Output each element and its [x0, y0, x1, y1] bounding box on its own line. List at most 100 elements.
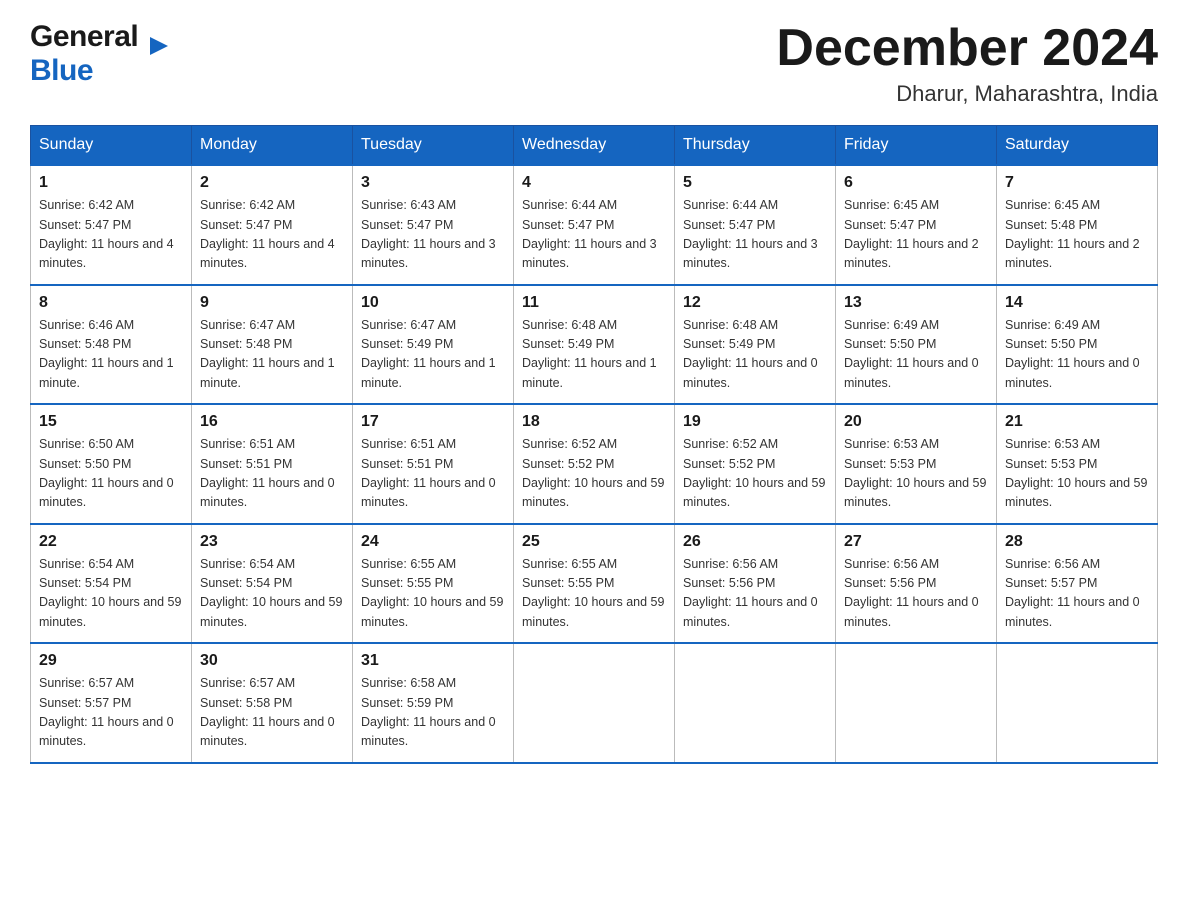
calendar-cell: 3Sunrise: 6:43 AMSunset: 5:47 PMDaylight…	[353, 165, 514, 285]
day-number: 26	[683, 533, 827, 551]
week-row-1: 1 Sunrise: 6:42 AMSunset: 5:47 PMDaylight…	[31, 165, 1158, 285]
day-number: 21	[1005, 413, 1149, 431]
day-number: 16	[200, 413, 344, 431]
day-info: Sunrise: 6:52 AMSunset: 5:52 PMDaylight:…	[683, 435, 827, 513]
month-title: December 2024	[776, 20, 1158, 77]
day-number: 24	[361, 533, 505, 551]
day-info: Sunrise: 6:51 AMSunset: 5:51 PMDaylight:…	[200, 435, 344, 513]
day-info: Sunrise: 6:46 AMSunset: 5:48 PMDaylight:…	[39, 316, 183, 394]
calendar-cell: 26 Sunrise: 6:56 AMSunset: 5:56 PMDayligh…	[675, 524, 836, 644]
day-info: Sunrise: 6:53 AMSunset: 5:53 PMDaylight:…	[844, 435, 988, 513]
location-subtitle: Dharur, Maharashtra, India	[776, 81, 1158, 107]
day-info: Sunrise: 6:45 AMSunset: 5:47 PMDaylight:…	[844, 196, 988, 274]
header-day-sunday: Sunday	[31, 126, 192, 166]
calendar-cell: 30 Sunrise: 6:57 AMSunset: 5:58 PMDayligh…	[192, 643, 353, 763]
title-section: December 2024 Dharur, Maharashtra, India	[776, 20, 1158, 107]
day-info: Sunrise: 6:48 AMSunset: 5:49 PMDaylight:…	[683, 316, 827, 394]
week-row-5: 29 Sunrise: 6:57 AMSunset: 5:57 PMDayligh…	[31, 643, 1158, 763]
page-header: General Blue December 2024 Dharur, Mahar…	[30, 20, 1158, 107]
day-info: Sunrise: 6:49 AMSunset: 5:50 PMDaylight:…	[844, 316, 988, 394]
logo-general-text: General	[30, 20, 138, 54]
calendar-cell: 14Sunrise: 6:49 AMSunset: 5:50 PMDayligh…	[997, 285, 1158, 405]
calendar-cell: 19 Sunrise: 6:52 AMSunset: 5:52 PMDayligh…	[675, 404, 836, 524]
day-number: 29	[39, 652, 183, 670]
day-info: Sunrise: 6:44 AMSunset: 5:47 PMDaylight:…	[683, 196, 827, 274]
calendar-cell: 29 Sunrise: 6:57 AMSunset: 5:57 PMDayligh…	[31, 643, 192, 763]
header-day-friday: Friday	[836, 126, 997, 166]
week-row-2: 8 Sunrise: 6:46 AMSunset: 5:48 PMDaylight…	[31, 285, 1158, 405]
day-info: Sunrise: 6:56 AMSunset: 5:56 PMDaylight:…	[683, 555, 827, 633]
calendar-cell: 25 Sunrise: 6:55 AMSunset: 5:55 PMDayligh…	[514, 524, 675, 644]
header-day-monday: Monday	[192, 126, 353, 166]
day-number: 7	[1005, 174, 1149, 192]
day-info: Sunrise: 6:52 AMSunset: 5:52 PMDaylight:…	[522, 435, 666, 513]
day-info: Sunrise: 6:47 AMSunset: 5:48 PMDaylight:…	[200, 316, 344, 394]
calendar-cell: 9Sunrise: 6:47 AMSunset: 5:48 PMDaylight…	[192, 285, 353, 405]
day-info: Sunrise: 6:57 AMSunset: 5:57 PMDaylight:…	[39, 674, 183, 752]
day-info: Sunrise: 6:43 AMSunset: 5:47 PMDaylight:…	[361, 196, 505, 274]
day-number: 30	[200, 652, 344, 670]
day-info: Sunrise: 6:54 AMSunset: 5:54 PMDaylight:…	[200, 555, 344, 633]
day-info: Sunrise: 6:48 AMSunset: 5:49 PMDaylight:…	[522, 316, 666, 394]
header-day-tuesday: Tuesday	[353, 126, 514, 166]
day-info: Sunrise: 6:58 AMSunset: 5:59 PMDaylight:…	[361, 674, 505, 752]
calendar-cell: 11 Sunrise: 6:48 AMSunset: 5:49 PMDayligh…	[514, 285, 675, 405]
calendar-cell	[514, 643, 675, 763]
day-number: 25	[522, 533, 666, 551]
calendar-cell: 21Sunrise: 6:53 AMSunset: 5:53 PMDayligh…	[997, 404, 1158, 524]
day-info: Sunrise: 6:55 AMSunset: 5:55 PMDaylight:…	[522, 555, 666, 633]
day-number: 1	[39, 174, 183, 192]
day-number: 15	[39, 413, 183, 431]
header-day-thursday: Thursday	[675, 126, 836, 166]
calendar-cell: 2 Sunrise: 6:42 AMSunset: 5:47 PMDaylight…	[192, 165, 353, 285]
day-number: 8	[39, 294, 183, 312]
day-info: Sunrise: 6:45 AMSunset: 5:48 PMDaylight:…	[1005, 196, 1149, 274]
calendar-cell: 8 Sunrise: 6:46 AMSunset: 5:48 PMDaylight…	[31, 285, 192, 405]
calendar-cell: 22Sunrise: 6:54 AMSunset: 5:54 PMDayligh…	[31, 524, 192, 644]
day-number: 10	[361, 294, 505, 312]
day-info: Sunrise: 6:47 AMSunset: 5:49 PMDaylight:…	[361, 316, 505, 394]
calendar-cell: 5 Sunrise: 6:44 AMSunset: 5:47 PMDaylight…	[675, 165, 836, 285]
week-row-3: 15 Sunrise: 6:50 AMSunset: 5:50 PMDayligh…	[31, 404, 1158, 524]
calendar-cell: 7 Sunrise: 6:45 AMSunset: 5:48 PMDaylight…	[997, 165, 1158, 285]
calendar-cell	[675, 643, 836, 763]
header-day-wednesday: Wednesday	[514, 126, 675, 166]
calendar-table: SundayMondayTuesdayWednesdayThursdayFrid…	[30, 125, 1158, 764]
day-info: Sunrise: 6:56 AMSunset: 5:56 PMDaylight:…	[844, 555, 988, 633]
day-number: 18	[522, 413, 666, 431]
calendar-cell: 10 Sunrise: 6:47 AMSunset: 5:49 PMDayligh…	[353, 285, 514, 405]
day-number: 2	[200, 174, 344, 192]
logo: General Blue	[30, 20, 150, 88]
day-info: Sunrise: 6:57 AMSunset: 5:58 PMDaylight:…	[200, 674, 344, 752]
day-number: 11	[522, 294, 666, 312]
day-info: Sunrise: 6:50 AMSunset: 5:50 PMDaylight:…	[39, 435, 183, 513]
day-number: 31	[361, 652, 505, 670]
calendar-cell	[836, 643, 997, 763]
calendar-cell: 18 Sunrise: 6:52 AMSunset: 5:52 PMDayligh…	[514, 404, 675, 524]
day-number: 27	[844, 533, 988, 551]
day-info: Sunrise: 6:44 AMSunset: 5:47 PMDaylight:…	[522, 196, 666, 274]
calendar-cell: 28Sunrise: 6:56 AMSunset: 5:57 PMDayligh…	[997, 524, 1158, 644]
day-info: Sunrise: 6:42 AMSunset: 5:47 PMDaylight:…	[39, 196, 183, 274]
calendar-cell: 1 Sunrise: 6:42 AMSunset: 5:47 PMDaylight…	[31, 165, 192, 285]
day-number: 19	[683, 413, 827, 431]
day-number: 23	[200, 533, 344, 551]
day-info: Sunrise: 6:42 AMSunset: 5:47 PMDaylight:…	[200, 196, 344, 274]
calendar-cell: 20 Sunrise: 6:53 AMSunset: 5:53 PMDayligh…	[836, 404, 997, 524]
calendar-cell: 31 Sunrise: 6:58 AMSunset: 5:59 PMDayligh…	[353, 643, 514, 763]
day-info: Sunrise: 6:51 AMSunset: 5:51 PMDaylight:…	[361, 435, 505, 513]
calendar-cell	[997, 643, 1158, 763]
week-row-4: 22Sunrise: 6:54 AMSunset: 5:54 PMDayligh…	[31, 524, 1158, 644]
day-number: 14	[1005, 294, 1149, 312]
header-day-saturday: Saturday	[997, 126, 1158, 166]
day-number: 5	[683, 174, 827, 192]
day-number: 28	[1005, 533, 1149, 551]
calendar-cell: 24Sunrise: 6:55 AMSunset: 5:55 PMDayligh…	[353, 524, 514, 644]
day-info: Sunrise: 6:54 AMSunset: 5:54 PMDaylight:…	[39, 555, 183, 633]
calendar-cell: 13Sunrise: 6:49 AMSunset: 5:50 PMDayligh…	[836, 285, 997, 405]
calendar-cell: 23 Sunrise: 6:54 AMSunset: 5:54 PMDayligh…	[192, 524, 353, 644]
calendar-cell: 15 Sunrise: 6:50 AMSunset: 5:50 PMDayligh…	[31, 404, 192, 524]
calendar-cell: 4Sunrise: 6:44 AMSunset: 5:47 PMDaylight…	[514, 165, 675, 285]
day-number: 20	[844, 413, 988, 431]
day-number: 6	[844, 174, 988, 192]
